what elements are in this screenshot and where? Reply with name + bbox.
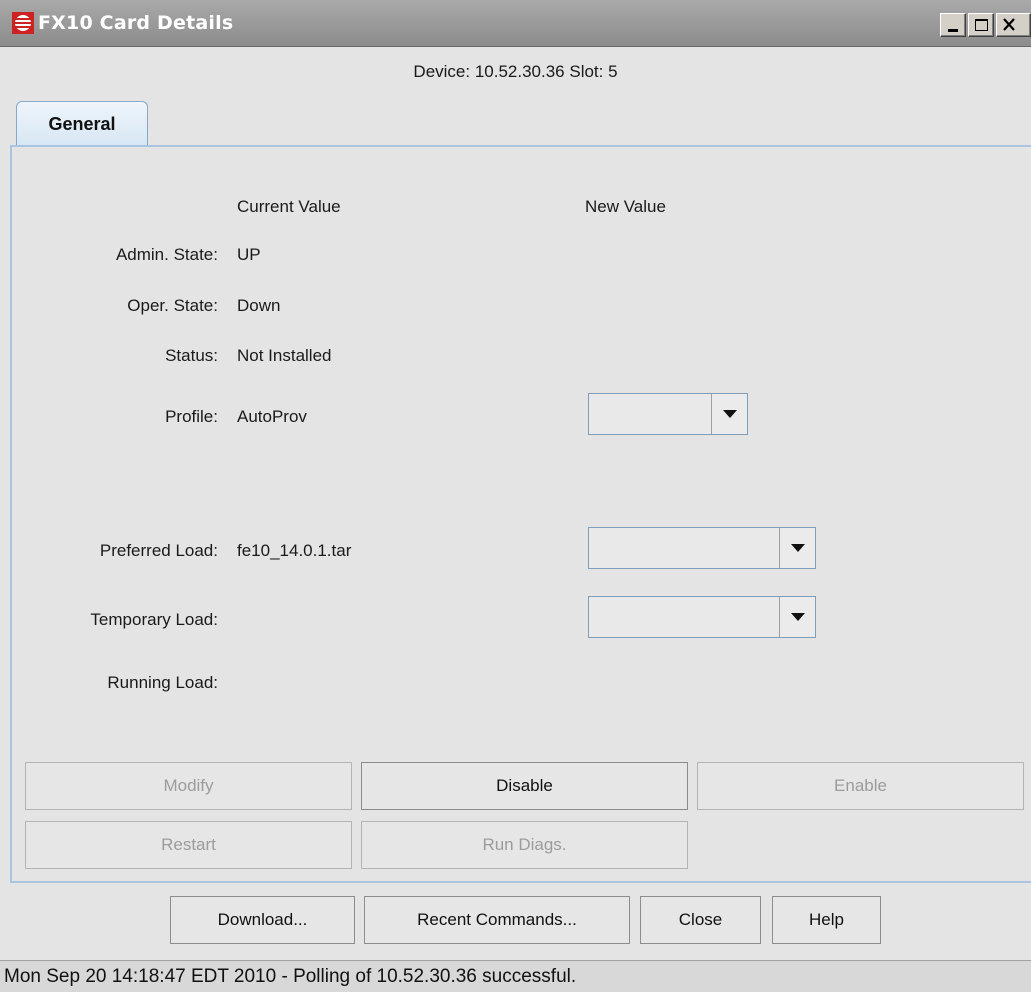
recent-commands-button[interactable]: Recent Commands... xyxy=(364,896,630,944)
maximize-icon xyxy=(975,19,988,31)
preferred-load-dropdown-button[interactable] xyxy=(779,528,815,568)
close-window-button[interactable] xyxy=(996,13,1031,37)
restart-button[interactable]: Restart xyxy=(25,821,352,869)
enable-button[interactable]: Enable xyxy=(697,762,1024,810)
current-value-header: Current Value xyxy=(237,197,341,216)
disable-button[interactable]: Disable xyxy=(361,762,688,810)
run-diags-button[interactable]: Run Diags. xyxy=(361,821,688,869)
profile-label: Profile: xyxy=(165,407,218,426)
tab-general[interactable]: General xyxy=(16,101,148,147)
preferred-load-value: fe10_14.0.1.tar xyxy=(237,541,352,560)
minimize-icon xyxy=(948,29,958,32)
title-bar[interactable]: FX10 Card Details xyxy=(0,0,1031,47)
running-load-label: Running Load: xyxy=(107,673,218,692)
window-title: FX10 Card Details xyxy=(38,12,234,34)
preferred-load-select[interactable] xyxy=(588,527,816,569)
modify-button[interactable]: Modify xyxy=(25,762,352,810)
close-button[interactable]: Close xyxy=(640,896,761,944)
temporary-load-label: Temporary Load: xyxy=(90,610,218,629)
chevron-down-icon xyxy=(791,613,805,621)
profile-dropdown-button[interactable] xyxy=(711,394,747,434)
profile-select[interactable] xyxy=(588,393,748,435)
temporary-load-select[interactable] xyxy=(588,596,816,638)
status-value: Not Installed xyxy=(237,346,332,365)
temporary-load-dropdown-button[interactable] xyxy=(779,597,815,637)
preferred-load-label: Preferred Load: xyxy=(99,541,218,560)
app-icon xyxy=(12,12,34,34)
minimize-button[interactable] xyxy=(940,13,966,37)
close-icon xyxy=(1003,18,1015,31)
status-bar: Mon Sep 20 14:18:47 EDT 2010 - Polling o… xyxy=(0,960,1031,992)
chevron-down-icon xyxy=(723,410,737,418)
status-label: Status: xyxy=(165,346,218,365)
maximize-button[interactable] xyxy=(968,13,994,37)
admin-state-label: Admin. State: xyxy=(115,245,218,264)
new-value-header: New Value xyxy=(585,197,666,216)
chevron-down-icon xyxy=(791,544,805,552)
download-button[interactable]: Download... xyxy=(170,896,355,944)
profile-value: AutoProv xyxy=(237,407,307,426)
admin-state-value: UP xyxy=(237,245,261,264)
oper-state-label: Oper. State: xyxy=(127,296,218,315)
device-slot-label: Device: 10.52.30.36 Slot: 5 xyxy=(413,62,618,81)
oper-state-value: Down xyxy=(237,296,281,315)
help-button[interactable]: Help xyxy=(772,896,881,944)
